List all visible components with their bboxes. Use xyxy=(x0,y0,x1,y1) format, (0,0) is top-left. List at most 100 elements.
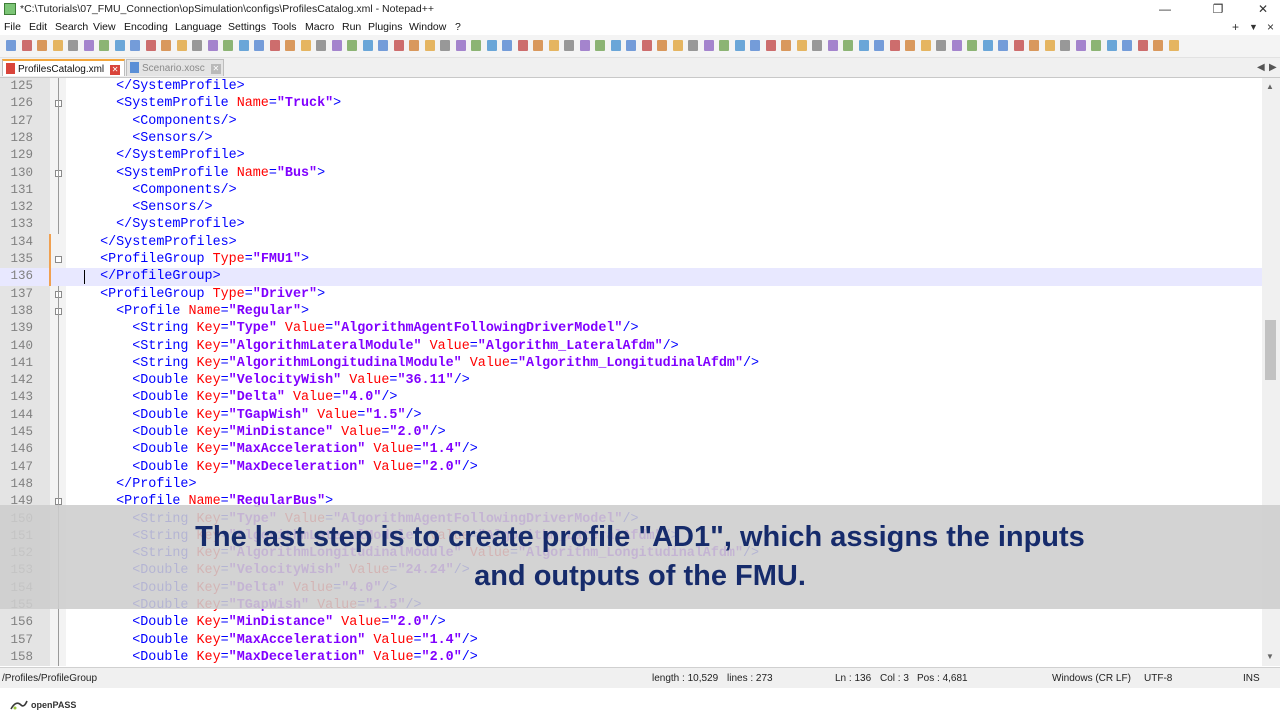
restore-button[interactable]: ❐ xyxy=(1203,2,1233,17)
toolbar-button-icon[interactable] xyxy=(734,40,745,51)
menu-encoding[interactable]: Encoding xyxy=(124,21,168,33)
toolbar-button-icon[interactable] xyxy=(83,40,94,51)
toolbar-button-icon[interactable] xyxy=(905,40,915,51)
code-line[interactable]: 135 <ProfileGroup Type="FMU1"> xyxy=(0,251,1262,268)
scroll-down-icon[interactable]: ▼ xyxy=(1266,652,1274,661)
toolbar-button-icon[interactable] xyxy=(254,40,264,51)
code-line[interactable]: 136 </ProfileGroup> xyxy=(0,268,1262,286)
toolbar-button-icon[interactable] xyxy=(6,40,16,51)
code-line[interactable]: 130 <SystemProfile Name="Bus"> xyxy=(0,165,1262,182)
toolbar-button-icon[interactable] xyxy=(68,40,78,51)
toolbar-button-icon[interactable] xyxy=(192,40,202,51)
toolbar-button-icon[interactable] xyxy=(145,40,156,51)
toolbar-button-icon[interactable] xyxy=(331,40,342,51)
toolbar-button-icon[interactable] xyxy=(347,40,357,51)
toolbar-button-icon[interactable] xyxy=(362,40,373,51)
code-line[interactable]: 132 <Sensors/> xyxy=(0,199,1262,216)
toolbar-button-icon[interactable] xyxy=(548,40,559,51)
toolbar-button-icon[interactable] xyxy=(424,40,435,51)
tab-profilescatalog[interactable]: ProfilesCatalog.xml ✕ xyxy=(2,59,125,76)
code-line[interactable]: 128 <Sensors/> xyxy=(0,130,1262,147)
toolbar-button-icon[interactable] xyxy=(393,40,404,51)
toolbar-button-icon[interactable] xyxy=(610,40,621,51)
toolbar-button-icon[interactable] xyxy=(827,40,838,51)
toolbar-button-icon[interactable] xyxy=(378,40,388,51)
code-line[interactable]: 142 <Double Key="VelocityWish" Value="36… xyxy=(0,372,1262,389)
toolbar-button-icon[interactable] xyxy=(874,40,884,51)
code-line[interactable]: 148 </Profile> xyxy=(0,476,1262,493)
toolbar-button-icon[interactable] xyxy=(285,40,295,51)
code-line[interactable]: 137 <ProfileGroup Type="Driver"> xyxy=(0,286,1262,303)
tab-scroll-left-icon[interactable]: ◀ xyxy=(1257,62,1265,73)
toolbar-button-icon[interactable] xyxy=(1122,40,1132,51)
menu-edit[interactable]: Edit xyxy=(29,21,47,33)
code-line[interactable]: 139 <String Key="Type" Value="AlgorithmA… xyxy=(0,320,1262,337)
tab-scroll-right-icon[interactable]: ▶ xyxy=(1269,62,1277,73)
code-line[interactable]: 129 </SystemProfile> xyxy=(0,147,1262,164)
menu-window[interactable]: Window xyxy=(409,21,446,33)
toolbar-button-icon[interactable] xyxy=(471,40,481,51)
toolbar-button-icon[interactable] xyxy=(1075,40,1086,51)
toolbar-button-icon[interactable] xyxy=(130,40,140,51)
toolbar-button-icon[interactable] xyxy=(595,40,605,51)
code-line[interactable]: 147 <Double Key="MaxDeceleration" Value=… xyxy=(0,459,1262,476)
toolbar-button-icon[interactable] xyxy=(812,40,822,51)
code-line[interactable]: 140 <String Key="AlgorithmLateralModule"… xyxy=(0,338,1262,355)
toolbar-button-icon[interactable] xyxy=(1168,40,1179,51)
toolbar-button-icon[interactable] xyxy=(951,40,962,51)
toolbar-button-icon[interactable] xyxy=(409,40,419,51)
toolbar-button-icon[interactable] xyxy=(1137,40,1148,51)
toolbar-button-icon[interactable] xyxy=(1153,40,1163,51)
toolbar-button-icon[interactable] xyxy=(982,40,993,51)
code-line[interactable]: 144 <Double Key="TGapWish" Value="1.5"/> xyxy=(0,407,1262,424)
toolbar-button-icon[interactable] xyxy=(486,40,497,51)
toolbar-button-icon[interactable] xyxy=(176,40,187,51)
toolbar-button-icon[interactable] xyxy=(300,40,311,51)
toolbar-button-icon[interactable] xyxy=(21,40,32,51)
toolbar-button-icon[interactable] xyxy=(1029,40,1039,51)
toolbar-button-icon[interactable] xyxy=(703,40,714,51)
code-line[interactable]: 146 <Double Key="MaxAcceleration" Value=… xyxy=(0,441,1262,458)
code-line[interactable]: 158 <Double Key="MaxDeceleration" Value=… xyxy=(0,649,1262,666)
toolbar-button-icon[interactable] xyxy=(517,40,528,51)
toolbar-button-icon[interactable] xyxy=(223,40,233,51)
toolbar-button-icon[interactable] xyxy=(719,40,729,51)
toolbar-button-icon[interactable] xyxy=(99,40,109,51)
toolbar-button-icon[interactable] xyxy=(579,40,590,51)
menu-macro[interactable]: Macro xyxy=(305,21,334,33)
code-line[interactable]: 143 <Double Key="Delta" Value="4.0"/> xyxy=(0,389,1262,406)
menu-search[interactable]: Search xyxy=(55,21,88,33)
line-ending[interactable]: Windows (CR LF) xyxy=(1052,673,1131,684)
toolbar-button-icon[interactable] xyxy=(1044,40,1055,51)
toolbar-button-icon[interactable] xyxy=(440,40,450,51)
toolbar-button-icon[interactable] xyxy=(238,40,249,51)
toolbar-button-icon[interactable] xyxy=(889,40,900,51)
toolbar-button-icon[interactable] xyxy=(967,40,977,51)
toolbar-button-icon[interactable] xyxy=(114,40,125,51)
code-line[interactable]: 126 <SystemProfile Name="Truck"> xyxy=(0,95,1262,112)
toolbar-button-icon[interactable] xyxy=(765,40,776,51)
code-line[interactable]: 127 <Components/> xyxy=(0,113,1262,130)
code-line[interactable]: 156 <Double Key="MinDistance" Value="2.0… xyxy=(0,614,1262,631)
toolbar-button-icon[interactable] xyxy=(502,40,512,51)
code-line[interactable]: 141 <String Key="AlgorithmLongitudinalMo… xyxy=(0,355,1262,372)
toolbar-button-icon[interactable] xyxy=(1091,40,1101,51)
menu-help[interactable]: ? xyxy=(455,21,461,33)
tab-close-icon[interactable]: ✕ xyxy=(110,65,121,75)
toolbar-button-icon[interactable] xyxy=(1060,40,1070,51)
code-line[interactable]: 145 <Double Key="MinDistance" Value="2.0… xyxy=(0,424,1262,441)
toolbar-button-icon[interactable] xyxy=(796,40,807,51)
toolbar-button-icon[interactable] xyxy=(998,40,1008,51)
toolbar-button-icon[interactable] xyxy=(626,40,636,51)
toolbar-button-icon[interactable] xyxy=(161,40,171,51)
tab-scenario[interactable]: Scenario.xosc ✕ xyxy=(126,59,224,76)
toolbar-button-icon[interactable] xyxy=(688,40,698,51)
minimize-button[interactable]: — xyxy=(1150,2,1180,17)
toolbar-button-icon[interactable] xyxy=(269,40,280,51)
toolbar-button-icon[interactable] xyxy=(52,40,63,51)
toolbar-button-icon[interactable] xyxy=(920,40,931,51)
toolbar-button-icon[interactable] xyxy=(1013,40,1024,51)
scroll-up-icon[interactable]: ▲ xyxy=(1266,82,1274,91)
toolbar-button-icon[interactable] xyxy=(858,40,869,51)
menu-tools[interactable]: Tools xyxy=(272,21,297,33)
